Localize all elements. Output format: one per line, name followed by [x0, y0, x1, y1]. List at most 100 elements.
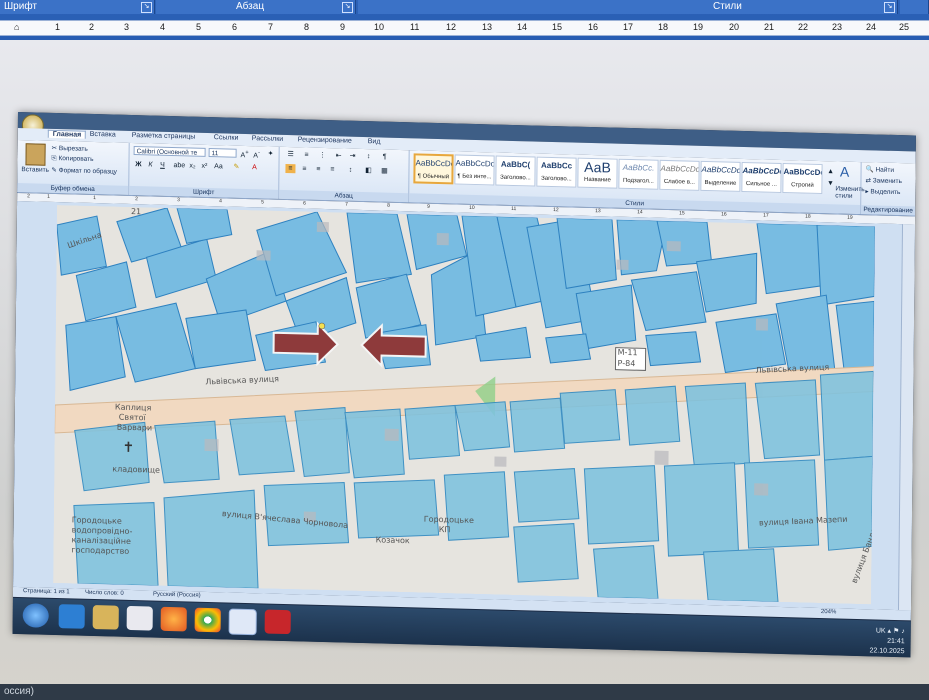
increase-indent-icon[interactable]: ⇥	[348, 152, 358, 161]
tab-page-layout[interactable]: Разметка страницы	[132, 132, 196, 141]
clear-format-icon[interactable]: ✦	[266, 149, 276, 158]
ruler-number: 25	[899, 22, 910, 32]
numbering-icon[interactable]: ≡	[302, 150, 312, 159]
shrink-font-icon[interactable]: A-	[252, 149, 262, 159]
map-label-place: Козачок	[375, 535, 410, 546]
ruler-number: 18	[805, 213, 811, 220]
show-marks-icon[interactable]: ¶	[380, 152, 390, 161]
ruler-tab-stop-icon[interactable]: ⌂	[14, 22, 19, 32]
styles-scroll-down-icon[interactable]: ▼	[825, 179, 835, 188]
change-styles-icon[interactable]: A	[840, 164, 850, 180]
map-label-utility: водопровідно-	[71, 525, 133, 537]
style-subtitle[interactable]: AaBbCc. Подзагол...	[618, 158, 659, 190]
word-taskbar-icon[interactable]	[228, 608, 257, 636]
tab-insert[interactable]: Вставка	[90, 131, 116, 139]
font-family-select[interactable]: Calibri (Основной те	[133, 146, 206, 157]
status-words[interactable]: Число слов: 0	[85, 590, 124, 597]
align-left-icon[interactable]: ≡	[285, 164, 296, 174]
ruler-number: 3	[124, 22, 130, 32]
style-no-spacing[interactable]: AaBbCcDc ¶ Без инте...	[454, 154, 495, 186]
shading-icon[interactable]: ◧	[363, 166, 373, 175]
map-label-chapel: Святої	[118, 412, 146, 423]
font-size-select[interactable]: 11	[208, 147, 237, 158]
ruler-number: 14	[517, 22, 528, 32]
grow-font-icon[interactable]: A+	[240, 149, 250, 159]
zoom-level[interactable]: 204%	[821, 609, 836, 615]
horizontal-ruler[interactable]: ⌂ 1 2 3 4 5 6 7 8 9 10 11 12 13 14 15 16…	[0, 20, 929, 36]
ruler-number: 20	[729, 22, 740, 32]
bold-icon[interactable]: Ж	[133, 160, 143, 169]
tab-references[interactable]: Ссылки	[214, 134, 239, 142]
ruler-number: 7	[268, 22, 274, 32]
ruler-number: 3	[177, 197, 180, 204]
cut-button[interactable]: ✂ Вырезать	[52, 144, 88, 153]
borders-icon[interactable]: ▦	[379, 166, 389, 175]
style-heading-2[interactable]: AaBbCc Заголово...	[536, 156, 577, 188]
format-painter-button[interactable]: ✎ Формат по образцу	[51, 166, 117, 176]
justify-icon[interactable]: ≡	[327, 165, 337, 174]
map-label-road-code: М-11	[617, 347, 638, 358]
style-emphasis[interactable]: AaBbCcDc Выделение	[700, 160, 741, 192]
font-color-icon[interactable]: A	[249, 163, 259, 172]
status-language[interactable]: Русский (Россия)	[153, 592, 201, 599]
strikethrough-icon[interactable]: abe	[173, 161, 185, 170]
pdf-reader-icon[interactable]	[264, 609, 291, 635]
ruler-number: 1	[93, 194, 96, 202]
internet-explorer-icon[interactable]	[58, 604, 85, 629]
firefox-icon[interactable]	[160, 606, 187, 632]
style-sample: AaBbCcDc	[660, 163, 699, 174]
style-name: ¶ Обычный	[417, 173, 450, 181]
superscript-icon[interactable]: x²	[199, 162, 209, 171]
paste-icon[interactable]	[25, 143, 46, 166]
tab-mailings[interactable]: Рассылки	[252, 135, 283, 143]
change-styles-button[interactable]: Изменить стили	[835, 185, 864, 200]
ruler-number: 19	[847, 214, 853, 221]
multilevel-list-icon[interactable]: ⋮	[318, 151, 328, 160]
select-button[interactable]: ▸ Выделить	[865, 187, 900, 196]
change-case-icon[interactable]: Aa	[213, 162, 223, 171]
replace-button[interactable]: ⇄ Заменить	[865, 176, 902, 185]
clock-date[interactable]: 22.10.2025	[869, 647, 904, 655]
style-normal[interactable]: AaBbCcDc ¶ Обычный	[413, 153, 454, 185]
find-button[interactable]: 🔍 Найти	[866, 165, 895, 174]
align-center-icon[interactable]: ≡	[299, 164, 309, 173]
style-title[interactable]: АаВ Название	[577, 157, 618, 189]
media-player-icon[interactable]	[126, 605, 153, 631]
style-sample: AaBbCcDc	[742, 165, 781, 176]
chrome-icon[interactable]	[194, 607, 221, 633]
dialog-launcher-icon[interactable]: ↘	[884, 2, 895, 13]
style-name: ¶ Без инте...	[457, 173, 492, 181]
italic-icon[interactable]: К	[145, 160, 155, 169]
style-strong[interactable]: AaBbCcDc Строгий	[782, 163, 823, 195]
dialog-launcher-icon[interactable]: ↘	[141, 2, 152, 13]
subscript-icon[interactable]: x₂	[187, 161, 197, 170]
paragraph-group: ☰ ≡ ⋮ ⇤ ⇥ ↕ ¶ ≡ ≡ ≡ ≡ ↕ ◧ ▦ Абзац	[279, 146, 410, 203]
start-button[interactable]	[22, 603, 49, 628]
cut-label: Вырезать	[58, 145, 88, 153]
align-right-icon[interactable]: ≡	[313, 165, 323, 174]
style-subtle-emphasis[interactable]: AaBbCcDc Слабое в...	[659, 159, 700, 191]
style-intense-emphasis[interactable]: AaBbCcDc Сильное ...	[741, 161, 782, 193]
sort-icon[interactable]: ↕	[364, 152, 374, 161]
line-spacing-icon[interactable]: ↕	[345, 166, 355, 175]
tab-review[interactable]: Рецензирование	[298, 136, 352, 144]
copy-button[interactable]: ⎘ Копировать	[51, 155, 93, 164]
ruler-number: 15	[679, 210, 685, 217]
input-language[interactable]: UK	[876, 627, 886, 634]
map-image[interactable]: ✝ Львівська вулиця Львівська вулиця М-11…	[53, 205, 875, 605]
paste-button[interactable]: Вставить	[21, 166, 49, 174]
status-page[interactable]: Страница: 1 из 1	[23, 588, 70, 595]
format-painter-label: Формат по образцу	[58, 167, 117, 176]
file-explorer-icon[interactable]	[92, 604, 119, 630]
dialog-launcher-icon[interactable]: ↘	[342, 2, 353, 13]
tab-view[interactable]: Вид	[368, 138, 381, 145]
underline-icon[interactable]: Ч	[157, 161, 167, 170]
highlight-icon[interactable]: ✎	[231, 163, 241, 172]
styles-scroll-up-icon[interactable]: ▲	[826, 167, 836, 176]
outer-paragraph-group-label: Абзац	[236, 1, 265, 12]
decrease-indent-icon[interactable]: ⇤	[334, 151, 344, 160]
style-heading-1[interactable]: AaBbC(Заголово...	[495, 155, 536, 187]
bullets-icon[interactable]: ☰	[286, 150, 296, 159]
tab-home[interactable]: Главная	[47, 129, 87, 139]
clock-time[interactable]: 21:41	[887, 638, 905, 645]
